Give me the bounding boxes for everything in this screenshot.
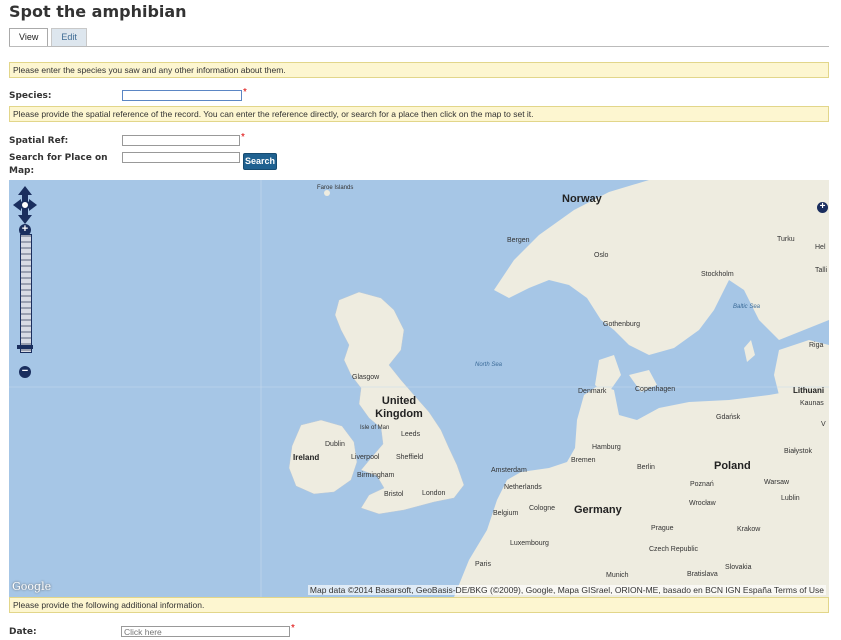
map-attribution[interactable]: Map data ©2014 Basarsoft, GeoBasis-DE/BK… bbox=[307, 585, 826, 595]
pan-arrows-icon bbox=[13, 186, 37, 224]
tab-bar: View Edit bbox=[9, 28, 90, 47]
date-input[interactable] bbox=[121, 626, 290, 637]
google-logo: Google bbox=[12, 580, 52, 593]
map-label-kaunas: Kaunas bbox=[800, 400, 824, 407]
map-label-paris: Paris bbox=[475, 561, 491, 568]
spatial-ref-input[interactable] bbox=[122, 135, 240, 146]
map-label-north-sea: North Sea bbox=[475, 362, 503, 368]
map-label-sheffield: Sheffield bbox=[396, 454, 424, 461]
map-label-v: V bbox=[821, 421, 826, 428]
additional-info-notice: Please provide the following additional … bbox=[9, 597, 829, 613]
map-label-gothenburg: Gothenburg bbox=[603, 321, 640, 328]
map-label-norway: Norway bbox=[562, 193, 602, 205]
spatial-ref-label: Spatial Ref: bbox=[9, 136, 69, 146]
map-label-copenhagen: Copenhagen bbox=[635, 386, 676, 393]
zoom-slider[interactable] bbox=[20, 234, 32, 353]
map-label-glasgow: Glasgow bbox=[352, 374, 380, 381]
map-label-lublin: Lublin bbox=[781, 495, 800, 502]
spatial-ref-required-marker: * bbox=[241, 132, 245, 143]
map-label-munich: Munich bbox=[606, 572, 629, 579]
tab-edit[interactable]: Edit bbox=[51, 28, 87, 46]
map-label-cologne: Cologne bbox=[529, 505, 556, 512]
map-label-turku: Turku bbox=[777, 236, 795, 243]
map-label-gdansk: Gdańsk bbox=[716, 414, 741, 421]
map-label-germany: Germany bbox=[574, 504, 622, 516]
layer-switcher-button[interactable]: + bbox=[817, 202, 828, 213]
map-label-ireland: Ireland bbox=[293, 453, 320, 462]
map-label-warsaw: Warsaw bbox=[764, 479, 790, 486]
date-required-marker: * bbox=[291, 623, 295, 634]
map-label-lithuania: Lithuani bbox=[793, 386, 825, 395]
map-label-birmingham: Birmingham bbox=[357, 472, 395, 479]
map-label-dublin: Dublin bbox=[325, 441, 345, 448]
map-label-faroe: Faroe Islands bbox=[317, 185, 354, 191]
map-label-prague: Prague bbox=[651, 525, 674, 532]
map-label-hamburg: Hamburg bbox=[592, 444, 621, 451]
map-label-amsterdam: Amsterdam bbox=[491, 467, 527, 474]
map-label-bratislava: Bratislava bbox=[687, 571, 718, 578]
map-label-stockholm: Stockholm bbox=[701, 271, 734, 278]
map-label-tallinn: Talli bbox=[815, 267, 828, 274]
map-label-poland: Poland bbox=[714, 460, 751, 472]
map-label-czech-republic: Czech Republic bbox=[649, 546, 699, 553]
place-search-input[interactable] bbox=[122, 152, 240, 163]
map-label-baltic-sea: Baltic Sea bbox=[733, 304, 761, 310]
map-label-poznan: Poznań bbox=[690, 481, 714, 488]
species-input[interactable] bbox=[122, 90, 242, 101]
map-label-united-kingdom: United Kingdom bbox=[375, 395, 423, 420]
search-button[interactable]: Search bbox=[243, 153, 277, 170]
map-label-helsinki: Hel bbox=[815, 244, 826, 251]
species-notice: Please enter the species you saw and any… bbox=[9, 62, 829, 78]
map-label-bialystok: Białystok bbox=[784, 448, 813, 455]
map-label-leeds: Leeds bbox=[401, 431, 421, 438]
map-label-denmark: Denmark bbox=[578, 388, 607, 395]
zoom-out-button[interactable]: − bbox=[19, 366, 31, 378]
map-label-riga: Riga bbox=[809, 342, 824, 349]
map-label-london: London bbox=[422, 490, 446, 497]
map-label-bergen: Bergen bbox=[507, 237, 530, 244]
map-label-liverpool: Liverpool bbox=[351, 454, 380, 461]
tab-view[interactable]: View bbox=[9, 28, 49, 47]
map-label-luxembourg: Luxembourg bbox=[510, 540, 549, 547]
map-label-slovakia: Slovakia bbox=[725, 564, 752, 571]
map-label-isle-of-man: Isle of Man bbox=[360, 425, 390, 431]
map-label-oslo: Oslo bbox=[594, 252, 609, 259]
map-label-krakow: Krakow bbox=[737, 526, 761, 533]
map-label-bristol: Bristol bbox=[384, 491, 404, 498]
tab-divider bbox=[9, 46, 829, 47]
place-search-label: Search for Place on Map: bbox=[9, 153, 108, 176]
pan-control[interactable] bbox=[12, 185, 38, 225]
zoom-slider-handle[interactable] bbox=[17, 345, 33, 349]
map-label-berlin: Berlin bbox=[637, 464, 655, 471]
map-view[interactable]: + − + Faroe Islands Norway Bergen Oslo S… bbox=[9, 180, 829, 597]
species-required-marker: * bbox=[243, 87, 247, 98]
map-label-bremen: Bremen bbox=[571, 457, 596, 464]
map-label-netherlands: Netherlands bbox=[504, 484, 542, 491]
page-title: Spot the amphibian bbox=[9, 2, 187, 21]
species-label: Species: bbox=[9, 91, 52, 101]
map-label-belgium: Belgium bbox=[493, 510, 519, 517]
map-basemap bbox=[9, 180, 829, 597]
map-label-wroclaw: Wrocław bbox=[689, 500, 716, 507]
date-label: Date: bbox=[9, 627, 37, 637]
spatial-notice: Please provide the spatial reference of … bbox=[9, 106, 829, 122]
